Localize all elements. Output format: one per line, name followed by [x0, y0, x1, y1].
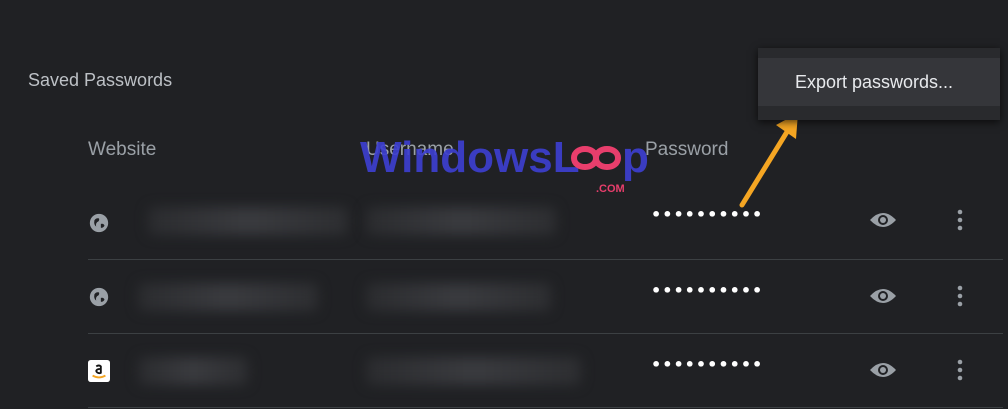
watermark-infinity-logo [570, 146, 622, 170]
column-header-password: Password [645, 139, 729, 160]
website-value-blurred [148, 207, 348, 235]
show-password-eye-icon[interactable] [868, 358, 898, 382]
username-value-blurred [366, 207, 556, 235]
show-password-eye-icon[interactable] [868, 208, 898, 232]
amazon-logo-icon [88, 360, 110, 382]
website-value-blurred [138, 357, 248, 385]
more-actions-icon[interactable] [950, 357, 970, 383]
username-value-blurred [366, 357, 581, 385]
saved-passwords-title: Saved Passwords [28, 70, 173, 90]
column-header-username: Username [366, 139, 454, 160]
password-mask: •••••••••• [651, 281, 764, 300]
password-row: •••••••••• [88, 259, 1003, 334]
row-actions-menu: Export passwords... [758, 48, 1000, 120]
more-actions-icon[interactable] [950, 207, 970, 233]
export-passwords-menu-item[interactable]: Export passwords... [758, 58, 1000, 106]
password-row: •••••••••• [88, 185, 1003, 260]
website-value-blurred [138, 283, 318, 311]
globe-icon [89, 287, 109, 307]
password-row: •••••••••• [88, 333, 1003, 408]
column-header-website: Website [88, 139, 157, 160]
globe-icon [89, 213, 109, 233]
more-actions-icon[interactable] [950, 283, 970, 309]
show-password-eye-icon[interactable] [868, 284, 898, 308]
username-value-blurred [366, 283, 551, 311]
orange-arrow-annotation [739, 113, 798, 208]
password-mask: •••••••••• [651, 355, 764, 374]
